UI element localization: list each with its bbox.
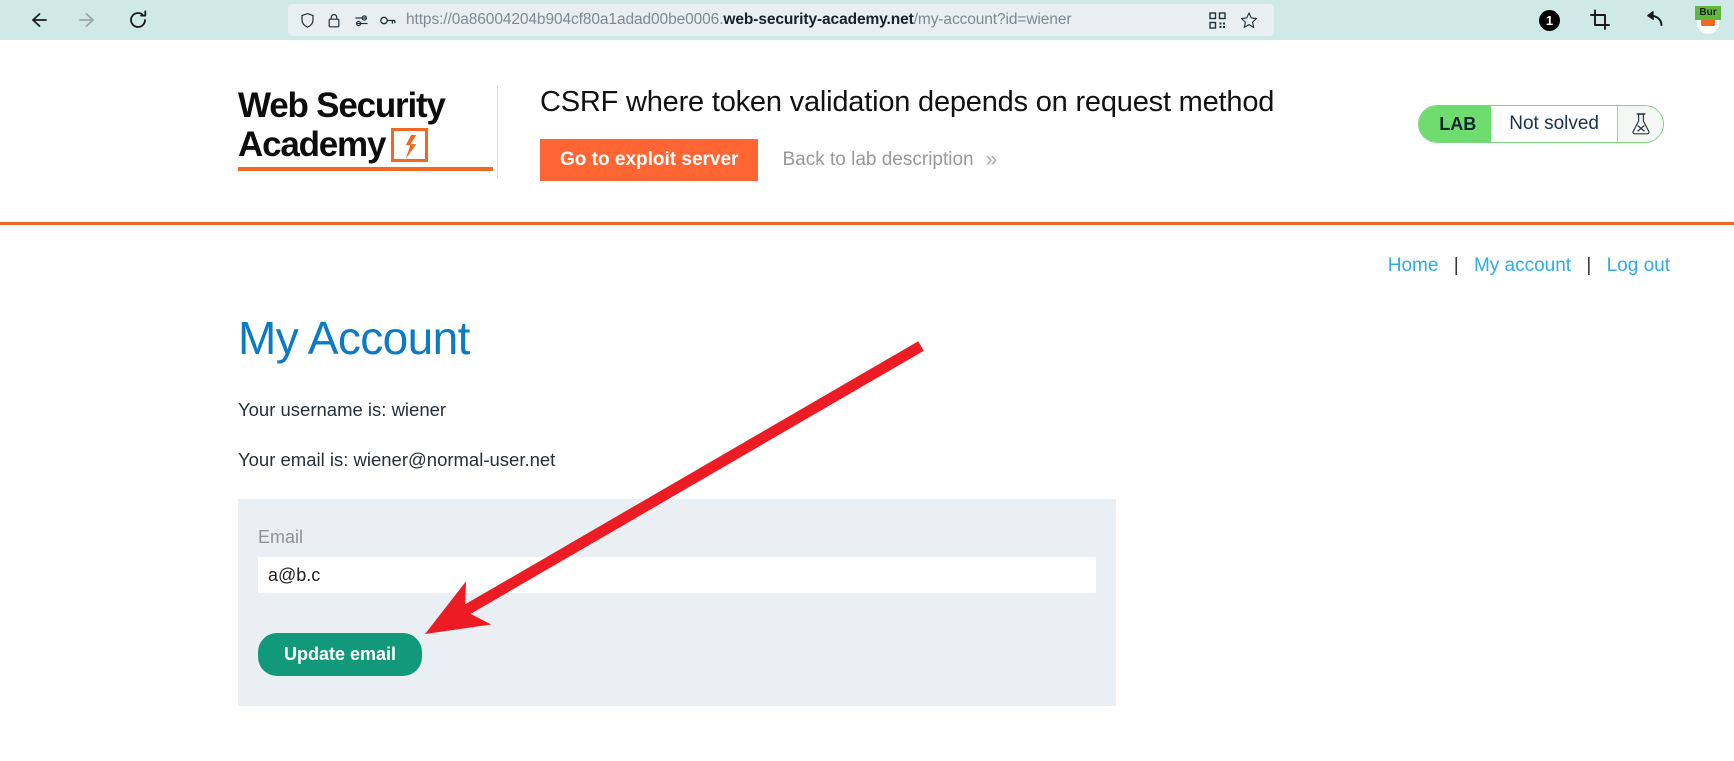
chevron-right-icon: »: [985, 148, 998, 171]
url-prefix: https://0a86004204b904cf80a1adad00be0006…: [406, 11, 724, 28]
lab-tag-label: LAB: [1419, 106, 1492, 142]
nav-log-out-link[interactable]: Log out: [1607, 255, 1670, 276]
lightning-bolt-icon: [391, 128, 429, 162]
lab-status-text: Not solved: [1491, 106, 1617, 142]
web-security-academy-logo[interactable]: Web Security Academy: [238, 86, 498, 178]
back-icon[interactable]: [24, 6, 52, 34]
burp-suite-icon[interactable]: Bur: [1694, 6, 1722, 34]
nav-my-account-link[interactable]: My account: [1474, 255, 1571, 276]
burp-extension-label: Bur: [1695, 6, 1721, 20]
qr-code-icon[interactable]: [1208, 11, 1226, 29]
url-path: /my-account?id=wiener: [913, 11, 1072, 28]
reload-icon[interactable]: [124, 6, 152, 34]
browser-nav-buttons: [12, 6, 152, 34]
email-field-label: Email: [258, 527, 304, 547]
lab-action-row: Go to exploit server Back to lab descrip…: [540, 139, 1734, 181]
page-body: Home | My account | Log out My Account Y…: [0, 225, 1734, 761]
url-text[interactable]: https://0a86004204b904cf80a1adad00be0006…: [406, 11, 1187, 29]
sliders-icon[interactable]: [352, 11, 370, 29]
undo-arrow-icon[interactable]: [1640, 6, 1668, 34]
crop-icon[interactable]: [1586, 6, 1614, 34]
star-icon[interactable]: [1240, 11, 1258, 29]
nav-home-link[interactable]: Home: [1388, 255, 1439, 276]
nav-separator-2: |: [1586, 255, 1592, 276]
lock-icon[interactable]: [325, 11, 343, 29]
back-link-label: Back to lab description: [782, 149, 974, 170]
logo-underline: [238, 167, 493, 171]
toolbar-right-icons: 1 Bur: [1539, 0, 1722, 40]
logo-line-2-row: Academy: [238, 125, 475, 164]
flask-not-solved-icon: [1617, 106, 1663, 142]
logo-line-2: Academy: [238, 125, 386, 164]
lab-header: Web Security Academy CSRF where token va…: [0, 40, 1734, 222]
email-line: Your email is: wiener@normal-user.net: [238, 449, 556, 470]
update-email-form: Email Update email: [238, 499, 1116, 706]
shield-icon[interactable]: [298, 11, 316, 29]
browser-toolbar: https://0a86004204b904cf80a1adad00be0006…: [0, 0, 1734, 40]
account-nav: Home | My account | Log out: [0, 225, 1734, 277]
logo-line-1: Web Security: [238, 86, 446, 125]
url-bar-container: https://0a86004204b904cf80a1adad00be0006…: [288, 4, 1274, 36]
lab-status-widget[interactable]: LAB Not solved: [1418, 105, 1664, 143]
notification-count-badge[interactable]: 1: [1539, 9, 1560, 31]
username-line: Your username is: wiener: [238, 399, 447, 420]
back-to-lab-description-link[interactable]: Back to lab description »: [782, 148, 997, 172]
url-host: web-security-academy.net: [723, 11, 914, 28]
nav-separator-1: |: [1453, 255, 1459, 276]
email-input[interactable]: [258, 557, 1096, 593]
go-to-exploit-server-button[interactable]: Go to exploit server: [540, 139, 759, 181]
page-title: My Account: [238, 312, 470, 364]
update-email-button[interactable]: Update email: [258, 633, 423, 676]
account-content: My Account Your username is: wiener Your…: [238, 277, 1116, 706]
forward-icon: [74, 6, 102, 34]
url-bar-end-icons: [1196, 11, 1264, 29]
key-icon[interactable]: [379, 11, 397, 29]
url-bar[interactable]: https://0a86004204b904cf80a1adad00be0006…: [288, 4, 1274, 36]
